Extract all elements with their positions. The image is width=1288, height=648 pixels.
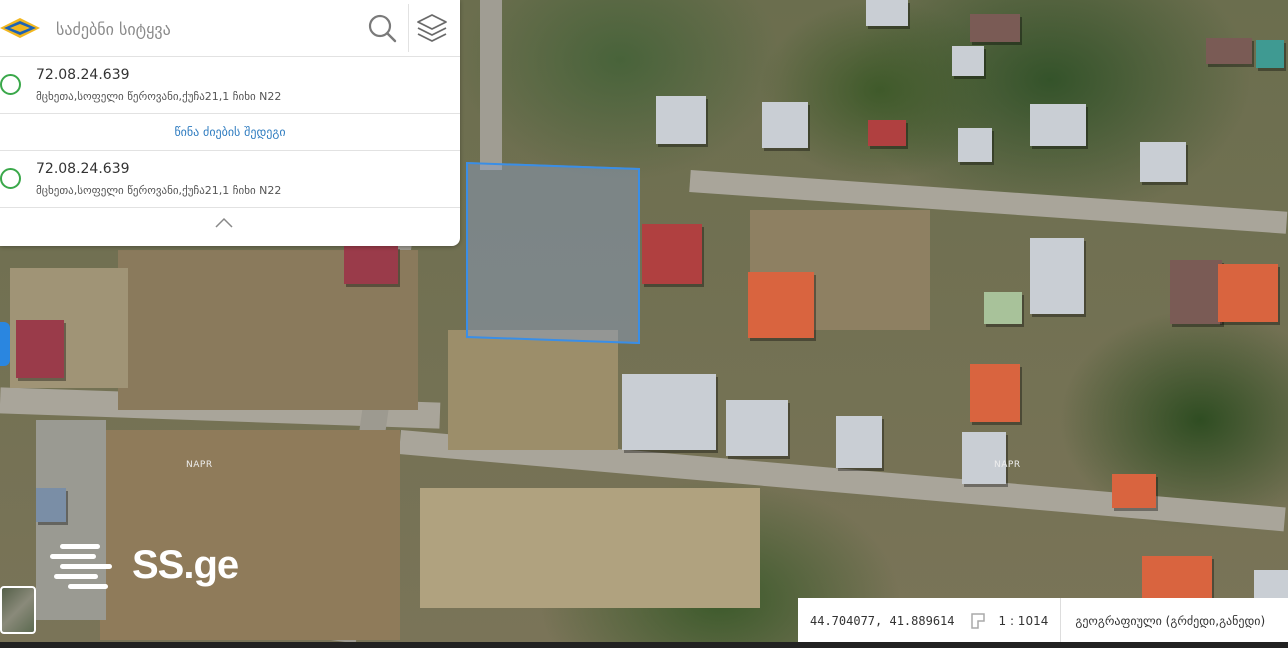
map-scale: 1 : 1014 xyxy=(998,614,1049,628)
search-input[interactable] xyxy=(54,14,358,44)
coordinate-pin-icon[interactable] xyxy=(969,612,987,630)
building xyxy=(726,400,788,456)
napr-logo-icon xyxy=(0,18,40,38)
building xyxy=(1112,474,1156,508)
building xyxy=(344,246,398,284)
search-icon[interactable] xyxy=(366,12,398,44)
selected-parcel[interactable] xyxy=(466,161,640,345)
building xyxy=(970,364,1020,422)
building xyxy=(866,0,908,26)
search-result-item[interactable]: 72.08.24.639 მცხეთა,სოფელი წეროვანი,ქუჩა… xyxy=(0,57,460,114)
building xyxy=(622,374,716,450)
building xyxy=(952,46,984,76)
search-bar xyxy=(0,0,460,57)
building xyxy=(970,14,1020,42)
search-result-item[interactable]: 72.08.24.639 მცხეთა,სოფელი წეროვანი,ქუჩა… xyxy=(0,151,460,208)
building xyxy=(958,128,992,162)
building xyxy=(16,320,64,378)
ss-logo-icon xyxy=(50,540,112,590)
building xyxy=(1030,238,1084,314)
ss-ge-watermark: SS.ge xyxy=(50,540,239,590)
building xyxy=(1218,264,1278,322)
basemap-switcher-thumbnail[interactable] xyxy=(0,586,36,634)
result-radio[interactable] xyxy=(0,74,21,95)
cadastral-code: 72.08.24.639 xyxy=(36,161,130,177)
result-address: მცხეთა,სოფელი წეროვანი,ქუჩა21,1 ჩიხი N22 xyxy=(36,90,282,103)
building xyxy=(1254,570,1288,600)
napr-label: NAPR xyxy=(186,460,213,470)
building xyxy=(1030,104,1086,146)
cadastral-code: 72.08.24.639 xyxy=(36,67,130,83)
building xyxy=(836,416,882,468)
toolbar-divider xyxy=(408,4,409,52)
chevron-up-icon[interactable] xyxy=(214,216,234,230)
building xyxy=(962,432,1006,484)
building xyxy=(1142,556,1212,602)
side-panel-toggle[interactable] xyxy=(0,322,10,366)
building xyxy=(762,102,808,148)
building xyxy=(36,488,66,522)
building xyxy=(868,120,906,146)
building xyxy=(1140,142,1186,182)
building xyxy=(1256,40,1284,68)
coordinate-system-selector[interactable]: გეოგრაფიული (გრძედი,განედი) xyxy=(1060,598,1265,644)
building xyxy=(748,272,814,338)
building xyxy=(656,96,706,144)
result-address: მცხეთა,სოფელი წეროვანი,ქუჩა21,1 ჩიხი N22 xyxy=(36,184,282,197)
previous-search-results-link[interactable]: წინა ძიების შედეგი xyxy=(0,114,460,151)
bottom-edge xyxy=(0,642,1288,648)
map-status-bar: 44.704077, 41.889614 1 : 1014 გეოგრაფიულ… xyxy=(798,598,1288,644)
field xyxy=(100,430,400,640)
layers-icon[interactable] xyxy=(414,10,450,46)
ss-logo-text: SS.ge xyxy=(132,542,239,587)
cursor-coordinates: 44.704077, 41.889614 xyxy=(810,614,955,628)
search-panel: 72.08.24.639 მცხეთა,სოფელი წეროვანი,ქუჩა… xyxy=(0,0,460,246)
result-radio[interactable] xyxy=(0,168,21,189)
field xyxy=(420,488,760,608)
building xyxy=(642,224,702,284)
building xyxy=(984,292,1022,324)
napr-label: NAPR xyxy=(994,460,1021,470)
field xyxy=(448,330,618,450)
building xyxy=(1206,38,1252,64)
building xyxy=(1170,260,1222,324)
road xyxy=(480,0,502,170)
